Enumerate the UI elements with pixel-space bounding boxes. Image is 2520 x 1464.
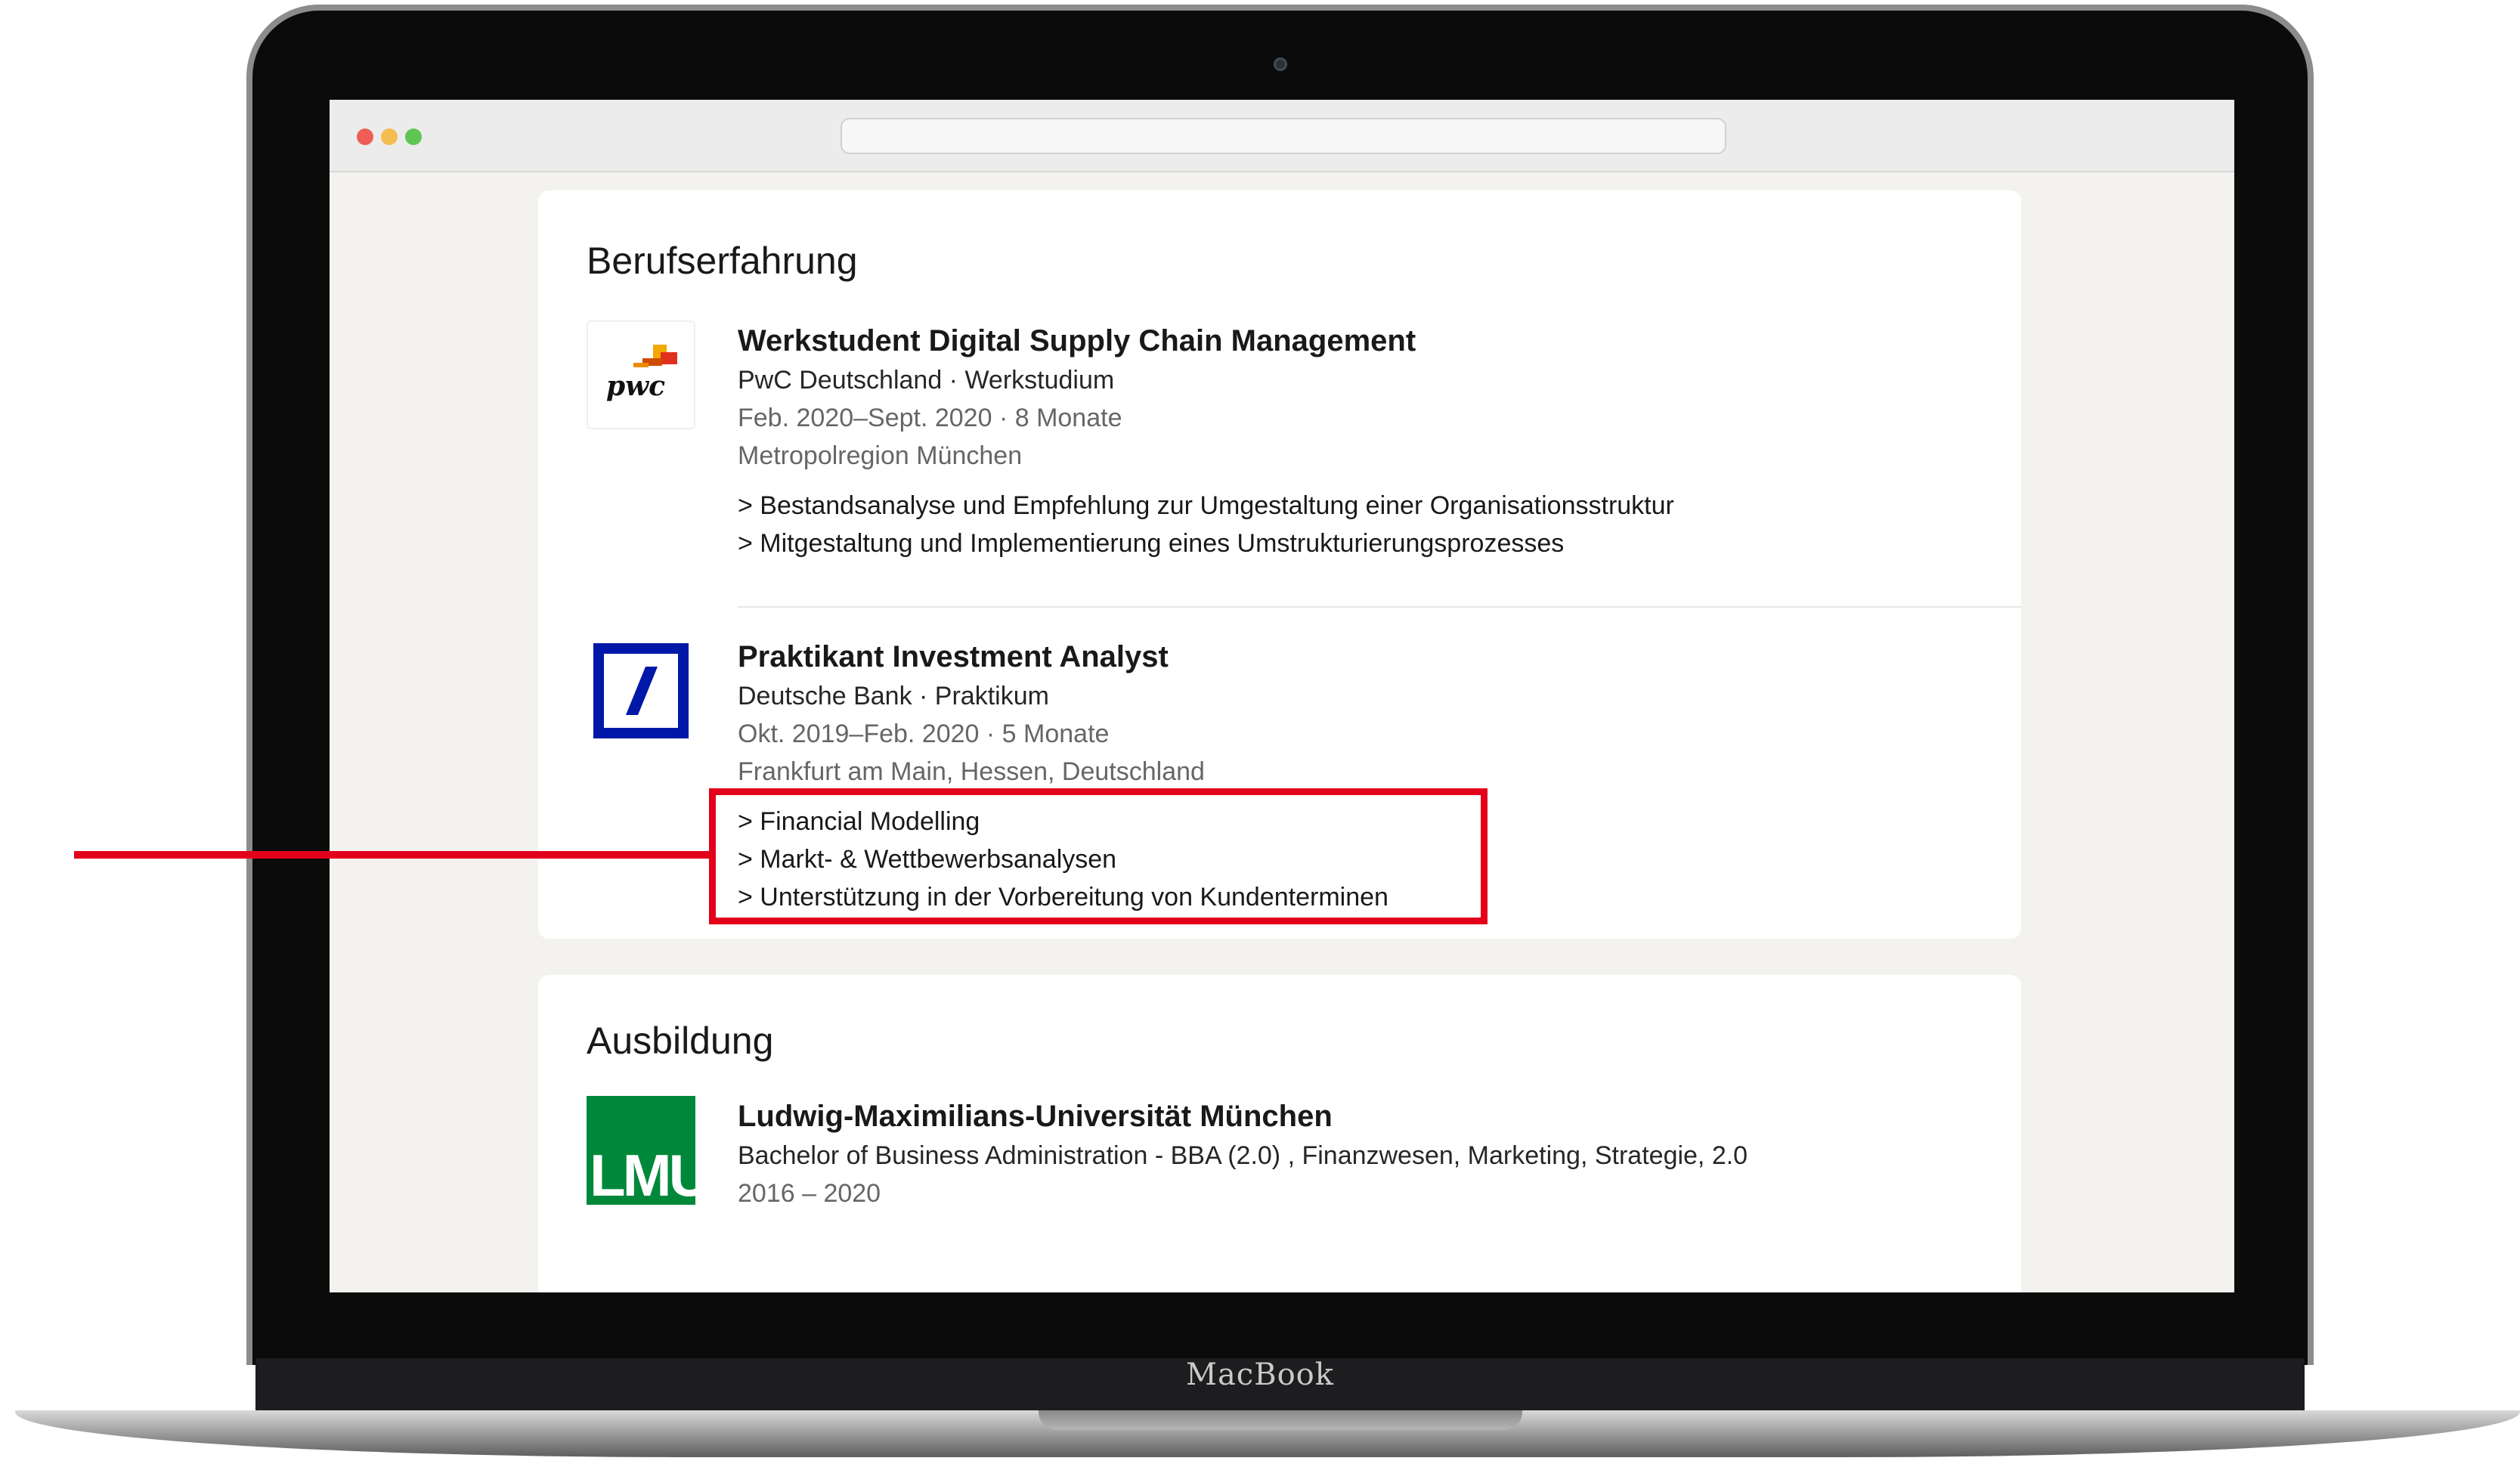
date-range: 2016 – 2020 bbox=[738, 1179, 881, 1208]
browser-toolbar bbox=[330, 100, 2234, 172]
entry-divider bbox=[738, 606, 2021, 608]
entry-text: Werkstudent Digital Supply Chain Managem… bbox=[738, 320, 1977, 562]
highlight-box bbox=[709, 788, 1488, 924]
job-title[interactable]: Praktikant Investment Analyst bbox=[738, 636, 1977, 677]
laptop-mockup: Berufserfahrung pwc Werkstudent Digital … bbox=[0, 0, 2520, 1464]
entry-text: Ludwig-Maximilians-Universität München B… bbox=[738, 1096, 1977, 1212]
school-name[interactable]: Ludwig-Maximilians-Universität München bbox=[738, 1096, 1977, 1137]
company-line: Deutsche Bank · Praktikum bbox=[738, 682, 1049, 710]
date-range: Feb. 2020–Sept. 2020 · 8 Monate bbox=[738, 404, 1122, 432]
description-item: > Bestandsanalyse und Empfehlung zur Umg… bbox=[738, 491, 1674, 520]
degree-line: Bachelor of Business Administration - BB… bbox=[738, 1141, 1748, 1170]
date-range: Okt. 2019–Feb. 2020 · 5 Monate bbox=[738, 720, 1110, 748]
address-bar[interactable] bbox=[841, 118, 1726, 154]
description-item: > Mitgestaltung und Implementierung eine… bbox=[738, 529, 1565, 558]
minimize-window-button[interactable] bbox=[381, 128, 398, 145]
pwc-logo[interactable]: pwc bbox=[587, 320, 695, 429]
section-title: Ausbildung bbox=[587, 1020, 774, 1062]
device-brand-label: MacBook bbox=[1185, 1357, 1334, 1392]
maximize-window-button[interactable] bbox=[405, 128, 422, 145]
laptop-notch bbox=[1039, 1410, 1522, 1430]
section-title: Berufserfahrung bbox=[587, 240, 858, 282]
job-title[interactable]: Werkstudent Digital Supply Chain Managem… bbox=[738, 320, 1977, 361]
pointer-line bbox=[74, 851, 710, 859]
location: Frankfurt am Main, Hessen, Deutschland bbox=[738, 757, 1205, 786]
profile-page: Berufserfahrung pwc Werkstudent Digital … bbox=[330, 172, 2234, 1292]
deutsche-bank-slash-icon bbox=[593, 643, 689, 738]
deutsche-bank-logo[interactable] bbox=[587, 636, 695, 745]
pwc-wordmark: pwc bbox=[606, 370, 666, 402]
location: Metropolregion München bbox=[738, 441, 1023, 470]
laptop-screen: Berufserfahrung pwc Werkstudent Digital … bbox=[330, 100, 2234, 1292]
lmu-wordmark: LMU bbox=[590, 1142, 711, 1209]
camera-icon bbox=[1274, 57, 1287, 71]
description-list: > Bestandsanalyse und Empfehlung zur Umg… bbox=[738, 487, 1977, 562]
company-line: PwC Deutschland · Werkstudium bbox=[738, 366, 1115, 395]
education-section: Ausbildung LMU Ludwig-Maximilians-Univer… bbox=[538, 975, 2021, 1292]
lmu-logo[interactable]: LMU bbox=[587, 1096, 711, 1205]
close-window-button[interactable] bbox=[357, 128, 373, 145]
